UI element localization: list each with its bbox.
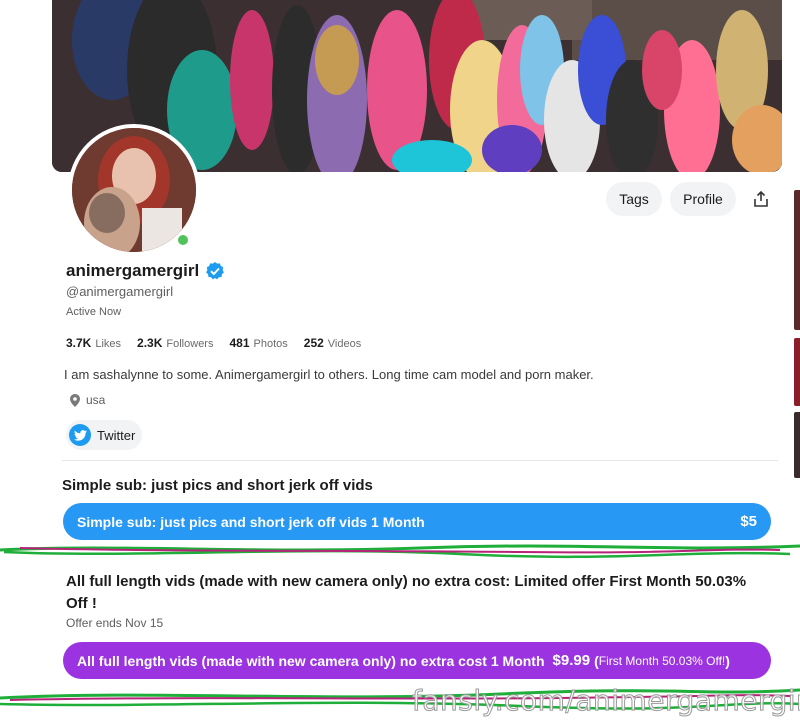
- stat-label: Videos: [327, 338, 362, 350]
- profile-bio: I am sashalynne to some. Animergamergirl…: [64, 367, 594, 382]
- twitter-label: Twitter: [97, 427, 136, 443]
- location-text: usa: [86, 393, 106, 407]
- stat-likes[interactable]: 3.7K Likes: [66, 336, 121, 350]
- stat-label: Photos: [253, 338, 288, 350]
- share-button[interactable]: [744, 182, 778, 216]
- subscribe-simple-button[interactable]: Simple sub: just pics and short jerk off…: [63, 503, 771, 540]
- subscribe-full-note: First Month 50.03% Off!: [598, 653, 726, 668]
- stat-value: 2.3K: [137, 336, 163, 350]
- stat-value: 252: [303, 336, 324, 350]
- profile-page: Tags Profile animergamergirl @animergame…: [0, 0, 800, 720]
- subscribe-full-price: $9.99: [552, 652, 591, 669]
- tags-button-label: Tags: [619, 191, 649, 207]
- tags-button[interactable]: Tags: [606, 182, 662, 216]
- display-name-text: animergamergirl: [66, 261, 200, 280]
- stat-videos[interactable]: 252 Videos: [304, 336, 361, 350]
- online-status-dot: [176, 233, 190, 247]
- location-pin-icon: [70, 393, 80, 407]
- subscribe-full-note-close: ): [725, 652, 730, 669]
- active-status: Active Now: [66, 306, 122, 318]
- subscribe-full-label: All full length vids (made with new came…: [77, 652, 545, 669]
- stat-value: 3.7K: [66, 336, 92, 350]
- avatar-photo: [72, 128, 196, 252]
- section-divider: [62, 460, 778, 461]
- cropped-thumbnail: [794, 412, 800, 478]
- stat-value: 481: [229, 336, 250, 350]
- stat-label: Likes: [95, 338, 122, 350]
- subscribe-full-button[interactable]: All full length vids (made with new came…: [63, 642, 771, 679]
- display-name: animergamergirl: [66, 261, 225, 281]
- tier-full-title: All full length vids (made with new came…: [66, 573, 747, 612]
- cropped-thumbnail: [794, 190, 800, 330]
- profile-button-label: Profile: [683, 191, 723, 207]
- twitter-bird-icon: [69, 424, 91, 446]
- tier-simple-title: Simple sub: just pics and short jerk off…: [62, 477, 373, 494]
- location: usa: [70, 393, 105, 407]
- twitter-link[interactable]: Twitter: [66, 420, 142, 450]
- subscribe-simple-label: Simple sub: just pics and short jerk off…: [77, 513, 425, 530]
- watermark: fansly.com/animergamergirl: [411, 684, 800, 718]
- profile-button[interactable]: Profile: [670, 182, 736, 216]
- cropped-thumbnail: [794, 338, 800, 406]
- verified-badge-icon: [206, 262, 225, 280]
- stat-photos[interactable]: 481 Photos: [229, 336, 287, 350]
- stat-followers[interactable]: 2.3K Followers: [137, 336, 213, 350]
- share-icon: [754, 190, 768, 207]
- profile-stats: 3.7K Likes 2.3K Followers 481 Photos 252 Vid…: [66, 336, 361, 350]
- offer-ends: Offer ends Nov 15: [66, 616, 164, 630]
- subscribe-simple-price: $5: [740, 513, 757, 530]
- stat-label: Followers: [166, 338, 214, 350]
- username: @animergamergirl: [66, 284, 174, 299]
- marker-scribble: [0, 544, 800, 559]
